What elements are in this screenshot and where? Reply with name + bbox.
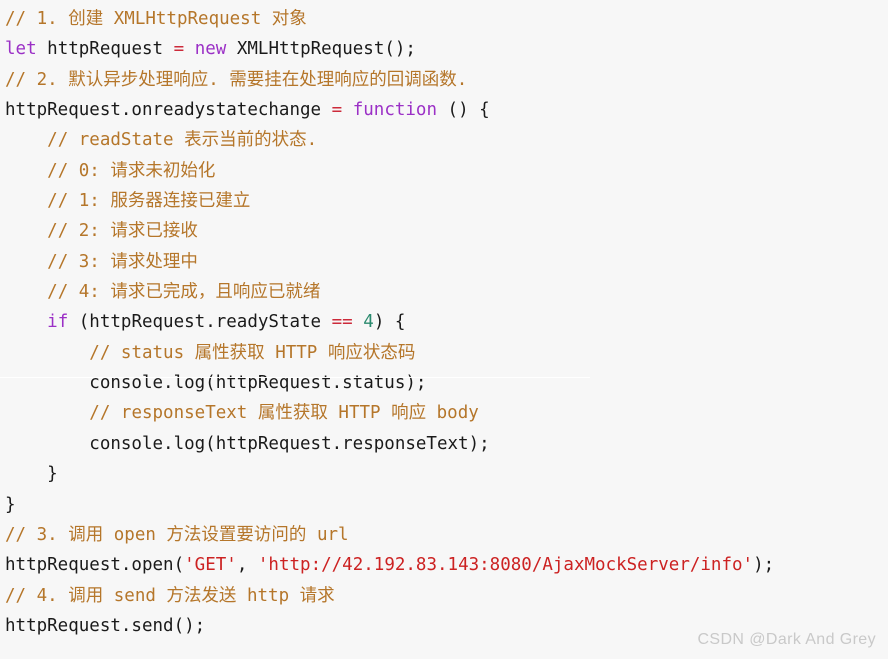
code-line: // 4. 调用 send 方法发送 http 请求 bbox=[5, 581, 888, 611]
code-token-comment: // 1: 服务器连接已建立 bbox=[47, 191, 251, 212]
code-line: // 3: 请求处理中 bbox=[5, 247, 888, 277]
code-token-comment: // 3: 请求处理中 bbox=[47, 251, 198, 272]
code-line: let httpRequest = new XMLHttpRequest(); bbox=[5, 34, 888, 64]
code-token-comment: // 4: 请求已完成，且响应已就绪 bbox=[47, 282, 321, 303]
code-line: httpRequest.onreadystatechange = functio… bbox=[5, 95, 888, 125]
code-token-string: 'http://42.192.83.143:8080/AjaxMockServe… bbox=[257, 555, 754, 576]
code-token-plain: ) { bbox=[373, 312, 406, 333]
code-token-plain: httpRequest.onreadystatechange bbox=[5, 100, 322, 121]
code-token-comment: // 1. 创建 XMLHttpRequest 对象 bbox=[5, 9, 307, 29]
code-token-comment: // responseText 属性获取 HTTP 响应 body bbox=[89, 403, 479, 424]
code-line: httpRequest.open('GET', 'http://42.192.8… bbox=[5, 550, 888, 580]
code-token-plain: (httpRequest.readyState bbox=[68, 312, 332, 333]
code-token-plain: , bbox=[236, 555, 258, 576]
code-line: if (httpRequest.readyState == 4) { bbox=[5, 307, 888, 337]
code-line: // status 属性获取 HTTP 响应状态码 bbox=[5, 338, 888, 368]
code-line: // 3. 调用 open 方法设置要访问的 url bbox=[5, 520, 888, 550]
code-token-keyword: let bbox=[5, 39, 37, 60]
code-line: // readState 表示当前的状态. bbox=[5, 125, 888, 155]
code-token-operator: == bbox=[331, 312, 353, 333]
code-line: // responseText 属性获取 HTTP 响应 body bbox=[5, 398, 888, 428]
code-token-plain: XMLHttpRequest(); bbox=[236, 39, 416, 60]
code-token-plain: } bbox=[5, 494, 16, 515]
code-token-comment: // 2. 默认异步处理响应. 需要挂在处理响应的回调函数. bbox=[5, 69, 468, 90]
code-token-comment: // status 属性获取 HTTP 响应状态码 bbox=[89, 342, 416, 363]
code-token-keyword: if bbox=[47, 312, 69, 333]
code-lines-container: // 1. 创建 XMLHttpRequest 对象 let httpReques… bbox=[5, 4, 888, 641]
code-token-keyword: function bbox=[352, 100, 438, 121]
code-line: } bbox=[5, 490, 888, 520]
code-token-plain: } bbox=[5, 464, 58, 485]
code-line: console.log(httpRequest.status); bbox=[5, 368, 888, 398]
code-token-operator: = bbox=[173, 39, 185, 60]
code-line: // 0: 请求未初始化 bbox=[5, 156, 888, 186]
code-line: } bbox=[5, 459, 888, 489]
code-token-comment: // 3. 调用 open 方法设置要访问的 url bbox=[5, 524, 349, 545]
code-token-comment: // 2: 请求已接收 bbox=[47, 221, 198, 242]
code-token-comment: // 0: 请求未初始化 bbox=[47, 160, 216, 181]
code-line: console.log(httpRequest.responseText); bbox=[5, 429, 888, 459]
code-token-string: 'GET' bbox=[184, 555, 237, 576]
code-token-identifier: httpRequest bbox=[47, 39, 164, 60]
csdn-watermark: CSDN @Dark And Grey bbox=[697, 631, 876, 648]
code-token-comment: // readState 表示当前的状态. bbox=[47, 130, 318, 151]
code-token-plain: httpRequest.send(); bbox=[5, 615, 206, 636]
code-token-plain: console.log(httpRequest.responseText); bbox=[5, 433, 490, 454]
code-token-plain: () { bbox=[437, 100, 490, 121]
code-token-keyword: new bbox=[194, 39, 227, 60]
code-line: // 1: 服务器连接已建立 bbox=[5, 186, 888, 216]
code-token-plain: ); bbox=[753, 555, 775, 576]
code-snippet: // 1. 创建 XMLHttpRequest 对象 let httpReques… bbox=[0, 0, 888, 659]
code-token-operator: = bbox=[331, 100, 343, 121]
code-token-plain: httpRequest.open( bbox=[5, 555, 185, 576]
horizontal-divider-line bbox=[0, 377, 590, 378]
code-line: // 4: 请求已完成，且响应已就绪 bbox=[5, 277, 888, 307]
code-line: // 1. 创建 XMLHttpRequest 对象 bbox=[5, 4, 888, 34]
code-token-number: 4 bbox=[363, 312, 374, 333]
code-line: // 2: 请求已接收 bbox=[5, 216, 888, 246]
code-token-comment: // 4. 调用 send 方法发送 http 请求 bbox=[5, 585, 335, 606]
code-line: // 2. 默认异步处理响应. 需要挂在处理响应的回调函数. bbox=[5, 65, 888, 95]
